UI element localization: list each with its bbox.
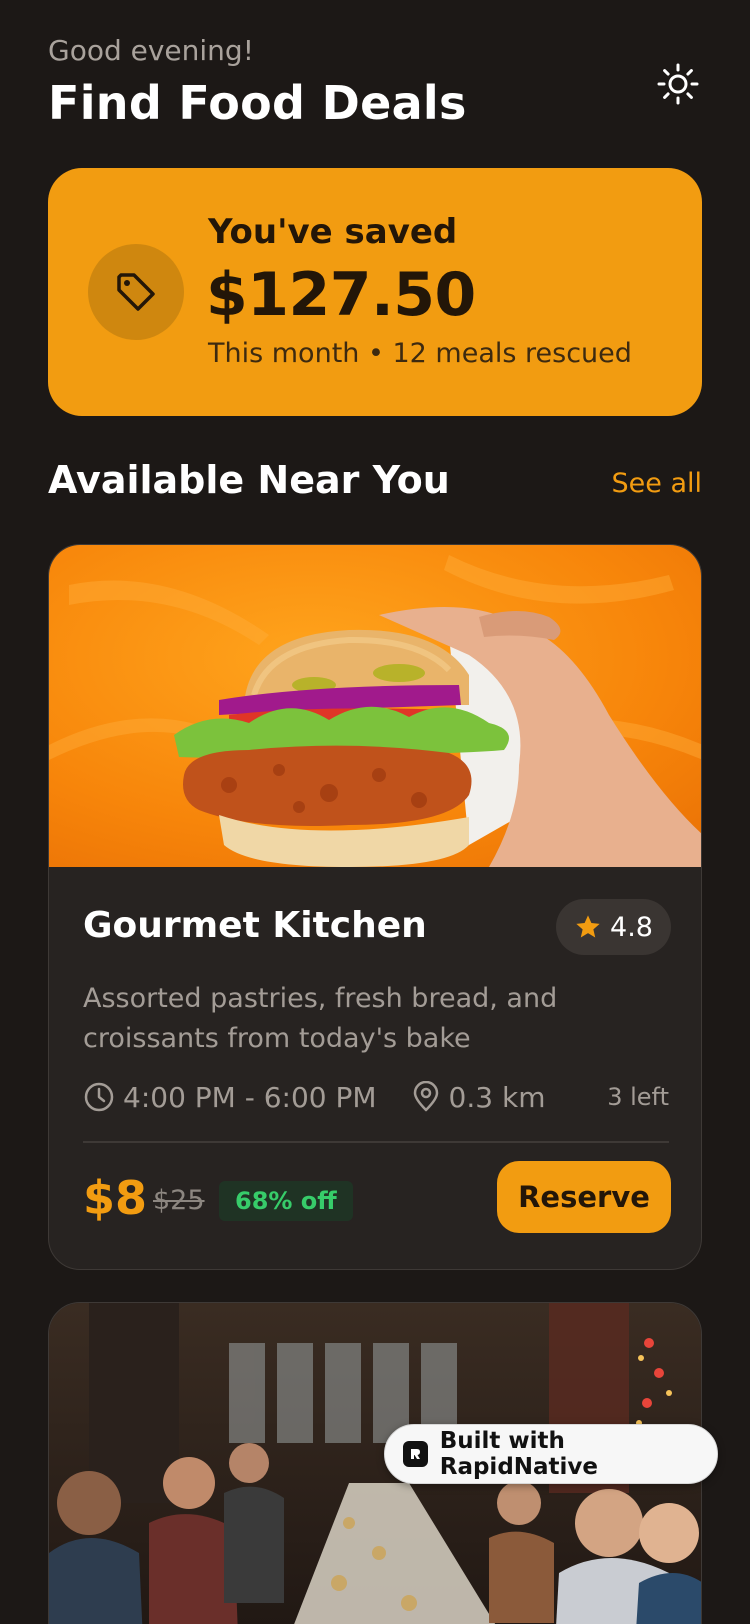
theme-toggle-button[interactable] — [654, 60, 702, 108]
chicken-sandwich-image — [49, 545, 701, 867]
pickup-time-text: 4:00 PM - 6:00 PM — [123, 1080, 377, 1114]
built-with-text: Built with RapidNative — [439, 1428, 599, 1480]
screen: Good evening! Find Food Deals You've sav… — [0, 0, 750, 1624]
rating-value: 4.8 — [610, 911, 653, 943]
deal-description: Assorted pastries, fresh bread, and croi… — [83, 983, 558, 1054]
tag-icon — [117, 273, 155, 311]
deal-image — [49, 545, 701, 867]
savings-label: You've saved — [208, 212, 458, 252]
section-title: Available Near You — [48, 458, 450, 502]
deal-body: Gourmet Kitchen 4.8 Assorted pastries, f… — [49, 867, 701, 1269]
pickup-time: 4:00 PM - 6:00 PM — [83, 1081, 377, 1114]
deal-meta: 4:00 PM - 6:00 PM 0.3 km 3 left — [83, 1077, 669, 1117]
page-title: Find Food Deals — [48, 76, 467, 130]
built-with-badge[interactable]: Built with RapidNative — [384, 1424, 718, 1484]
savings-amount: $127.50 — [206, 260, 476, 330]
clock-icon — [84, 1082, 114, 1112]
savings-card: You've saved $127.50 This month • 12 mea… — [48, 168, 702, 416]
rapidnative-logo-icon — [403, 1441, 428, 1467]
savings-subtitle: This month • 12 meals rescued — [208, 338, 632, 369]
reserve-button[interactable]: Reserve — [497, 1161, 671, 1233]
distance-text: 0.3 km — [448, 1080, 546, 1114]
deal-price: $8 — [83, 1171, 148, 1225]
deal-card[interactable]: Gourmet Kitchen 4.8 Assorted pastries, f… — [48, 544, 702, 1270]
divider — [83, 1141, 669, 1143]
location-pin-icon — [413, 1081, 438, 1112]
original-price: $25 — [153, 1185, 205, 1216]
distance: 0.3 km — [411, 1080, 546, 1114]
star-icon — [576, 915, 600, 938]
discount-badge: 68% off — [219, 1181, 353, 1221]
sun-icon — [657, 63, 699, 105]
see-all-link[interactable]: See all — [612, 468, 703, 499]
restaurant-name: Gourmet Kitchen — [83, 905, 427, 946]
savings-icon-circle — [88, 244, 184, 340]
rating-badge: 4.8 — [556, 899, 671, 955]
quantity-left: 3 left — [607, 1083, 669, 1111]
greeting-text: Good evening! — [48, 34, 254, 67]
